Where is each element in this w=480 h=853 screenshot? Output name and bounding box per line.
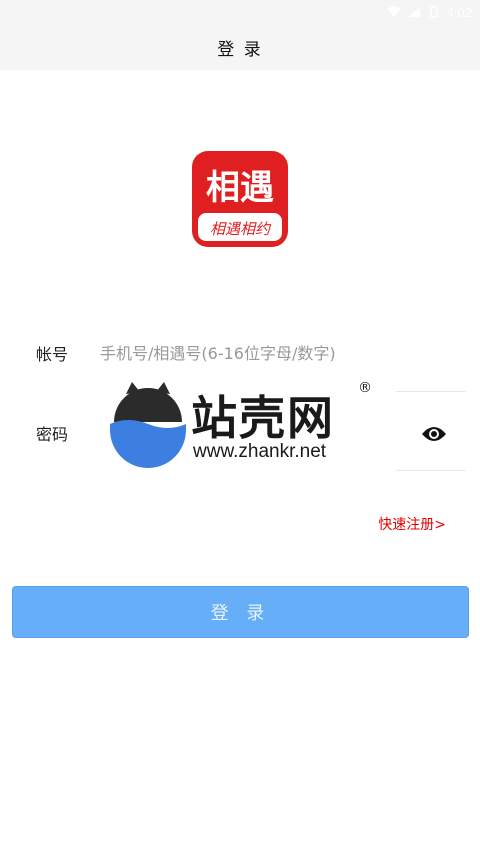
account-input[interactable] — [100, 333, 400, 373]
watermark-registered-mark: ® — [358, 380, 372, 396]
battery-icon — [429, 6, 438, 18]
app-header: 登 录 — [0, 24, 480, 70]
quick-register-link[interactable]: 快速注册> — [378, 514, 446, 534]
logo-sub-text: 相遇相约 — [210, 220, 272, 238]
divider — [396, 470, 466, 471]
watermark: 站壳网 ® www.zhankr.net — [108, 380, 378, 470]
account-row: 帐号 — [0, 323, 480, 383]
show-password-eye-icon[interactable] — [421, 424, 447, 444]
password-label: 密码 — [36, 425, 69, 444]
app-logo: 相遇 相遇相约 — [192, 151, 288, 247]
logo-main-text: 相遇 — [206, 168, 274, 208]
signal-icon — [407, 7, 420, 17]
page-title: 登 录 — [217, 39, 263, 60]
status-bar: 4:02 — [0, 0, 480, 24]
watermark-url-text: www.zhankr.net — [193, 441, 327, 462]
wifi-icon — [386, 6, 401, 17]
divider — [396, 391, 466, 392]
clock: 4:02 — [446, 4, 472, 20]
login-button[interactable]: 登 录 — [12, 586, 469, 638]
watermark-cn-text: 站壳网 — [191, 391, 335, 445]
watermark-cat-logo-icon — [110, 382, 186, 468]
account-label: 帐号 — [36, 345, 69, 364]
